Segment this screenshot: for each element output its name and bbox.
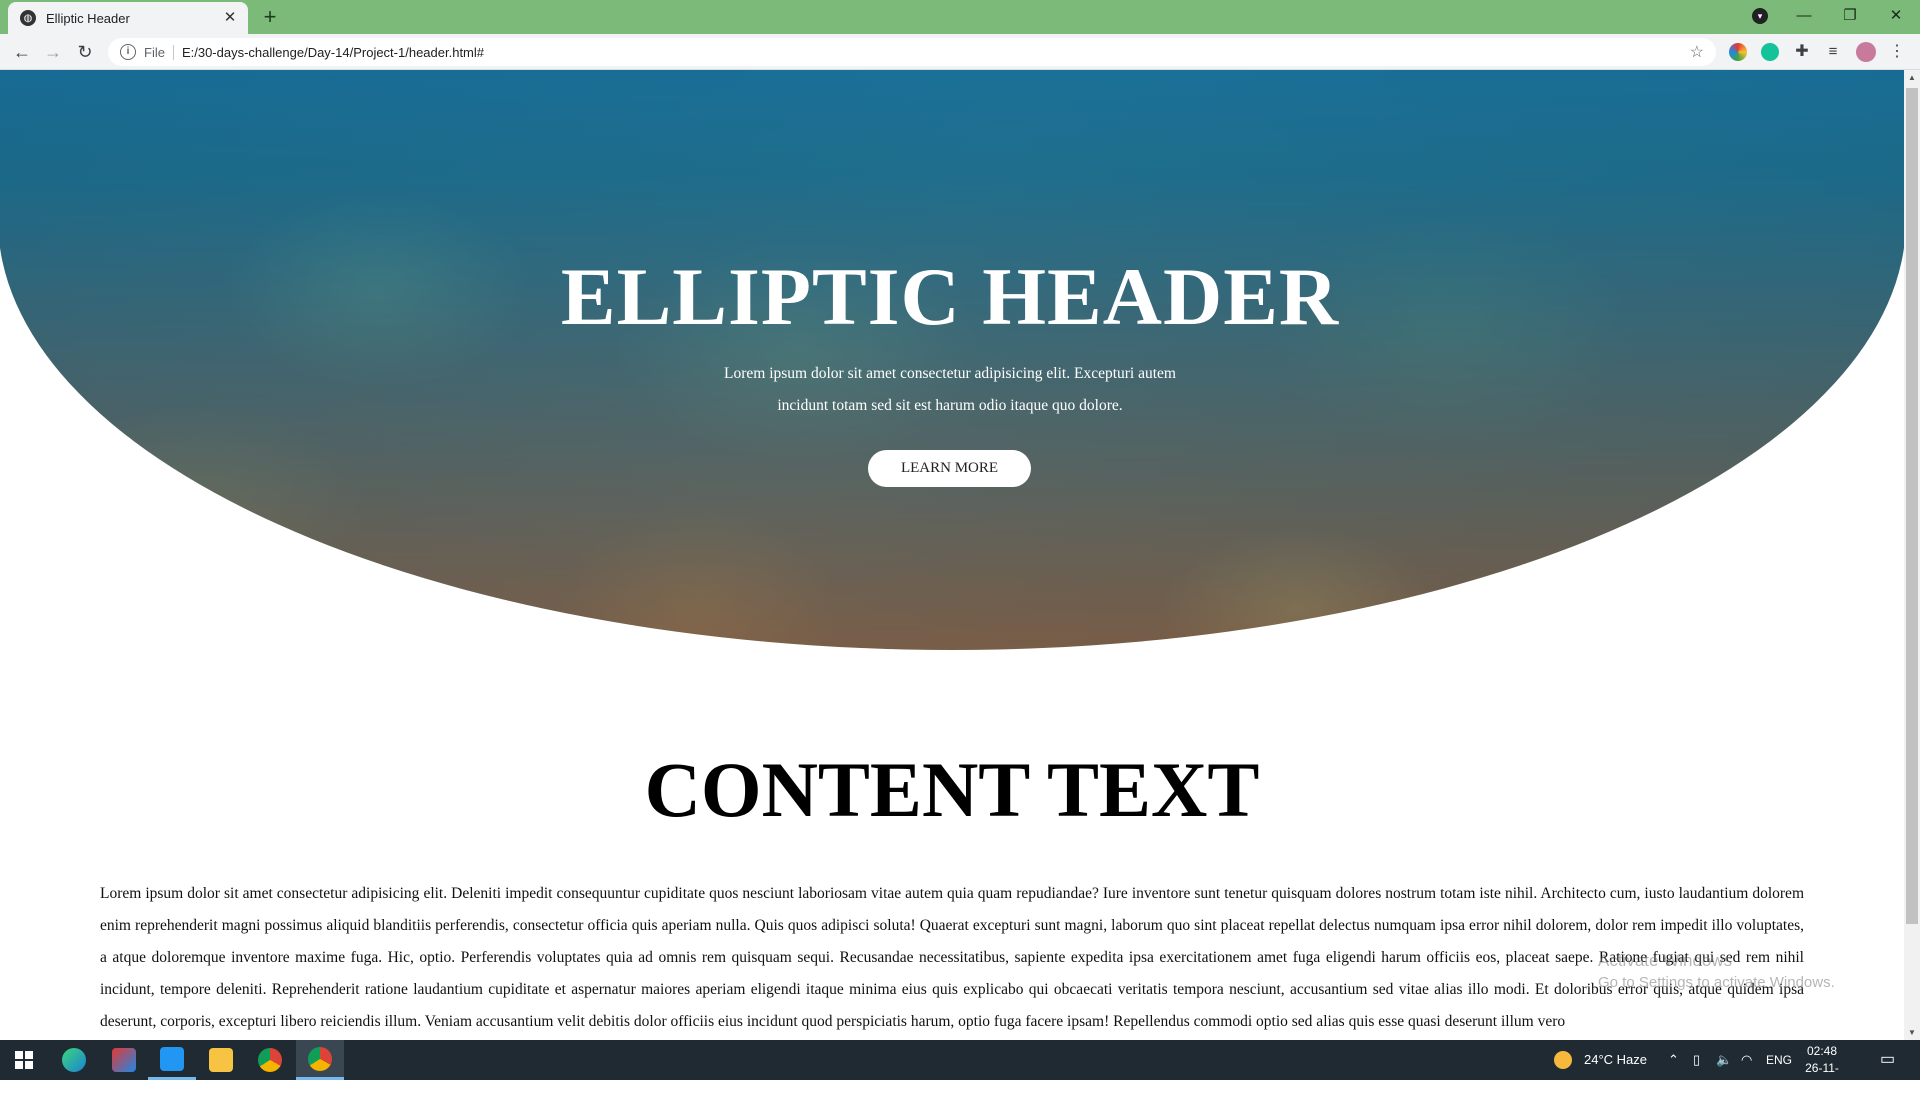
- scroll-down-icon[interactable]: ▼: [1908, 1028, 1916, 1037]
- browser-tab[interactable]: ◍ Elliptic Header ✕: [8, 2, 248, 34]
- elliptic-header: ELLIPTIC HEADER Lorem ipsum dolor sit am…: [0, 70, 1904, 650]
- close-window-icon[interactable]: ✕: [1873, 0, 1919, 32]
- menu-kebab-icon[interactable]: ⋮: [1888, 43, 1906, 61]
- minimize-icon[interactable]: —: [1781, 0, 1827, 32]
- chrome-icon[interactable]: [246, 1040, 294, 1080]
- edge-icon[interactable]: [50, 1040, 98, 1080]
- clock-date: 26-11-2021: [1805, 1061, 1839, 1092]
- tray-chevron-icon[interactable]: ⌃: [1668, 1040, 1679, 1080]
- learn-more-button[interactable]: LEARN MORE: [868, 450, 1031, 487]
- activate-windows-watermark: Activate Windows Go to Settings to activ…: [1598, 950, 1835, 994]
- page-viewport: ELLIPTIC HEADER Lorem ipsum dolor sit am…: [0, 70, 1904, 1040]
- browser-toolbar: ← → ↻ i File E:/30-days-challenge/Day-14…: [0, 34, 1920, 70]
- scheme-label: File: [144, 44, 174, 60]
- clock-time: 02:48: [1806, 1044, 1838, 1058]
- header-content: ELLIPTIC HEADER Lorem ipsum dolor sit am…: [0, 70, 1902, 650]
- color-extension-icon[interactable]: [1729, 43, 1747, 61]
- battery-icon[interactable]: ▯: [1693, 1040, 1700, 1080]
- taskbar: 24°C Haze ⌃ ▯ 🔈 ◠ ENG 02:48 26-11-2021 ▭: [0, 1040, 1920, 1092]
- watermark-line-1: Activate Windows: [1598, 951, 1733, 970]
- bookmark-star-icon[interactable]: ☆: [1690, 42, 1704, 62]
- vscode-icon[interactable]: [148, 1040, 196, 1080]
- extensions-puzzle-icon[interactable]: ✚: [1793, 43, 1811, 61]
- tab-title: Elliptic Header: [46, 10, 130, 26]
- forward-arrow-icon[interactable]: →: [41, 40, 65, 64]
- tab-search-icon[interactable]: ▾: [1752, 8, 1768, 24]
- scrollbar-thumb[interactable]: [1906, 88, 1918, 924]
- globe-icon: ◍: [20, 10, 36, 26]
- app-icon[interactable]: [100, 1040, 148, 1080]
- tab-strip: ◍ Elliptic Header ✕ + ▾ — ❐ ✕: [0, 0, 1920, 34]
- close-tab-icon[interactable]: ✕: [222, 10, 238, 26]
- header-text: Lorem ipsum dolor sit amet consectetur a…: [724, 365, 1176, 414]
- notifications-icon[interactable]: ▭: [1880, 1040, 1895, 1080]
- system-clock[interactable]: 02:48 26-11-2021: [1794, 1043, 1850, 1094]
- volume-icon[interactable]: 🔈: [1716, 1040, 1732, 1080]
- content-paragraph: Lorem ipsum dolor sit amet consectetur a…: [100, 885, 1804, 1030]
- content-title: CONTENT TEXT: [644, 746, 1260, 833]
- windows-start-icon[interactable]: [0, 1040, 48, 1080]
- header-title: ELLIPTIC HEADER: [560, 251, 1340, 342]
- chrome-active-icon[interactable]: [296, 1040, 344, 1080]
- url-text[interactable]: E:/30-days-challenge/Day-14/Project-1/he…: [182, 45, 1690, 60]
- weather-sun-icon[interactable]: [1554, 1040, 1574, 1080]
- back-arrow-icon[interactable]: ←: [10, 40, 34, 64]
- vertical-scrollbar[interactable]: ▲ ▼: [1904, 70, 1920, 1040]
- reading-list-icon[interactable]: ≡: [1824, 43, 1842, 61]
- profile-avatar[interactable]: [1856, 42, 1876, 62]
- restore-icon[interactable]: ❐: [1827, 0, 1873, 32]
- grammarly-icon[interactable]: [1761, 43, 1779, 61]
- reload-icon[interactable]: ↻: [73, 40, 97, 64]
- watermark-line-2: Go to Settings to activate Windows.: [1598, 974, 1835, 991]
- file-explorer-icon[interactable]: [197, 1040, 245, 1080]
- scroll-up-icon[interactable]: ▲: [1908, 73, 1916, 82]
- wifi-icon[interactable]: ◠: [1741, 1040, 1752, 1080]
- language-indicator[interactable]: ENG: [1766, 1040, 1792, 1080]
- address-bar[interactable]: i File E:/30-days-challenge/Day-14/Proje…: [108, 38, 1716, 66]
- new-tab-button[interactable]: +: [258, 6, 282, 30]
- weather-text[interactable]: 24°C Haze: [1584, 1040, 1647, 1080]
- info-icon[interactable]: i: [120, 44, 136, 60]
